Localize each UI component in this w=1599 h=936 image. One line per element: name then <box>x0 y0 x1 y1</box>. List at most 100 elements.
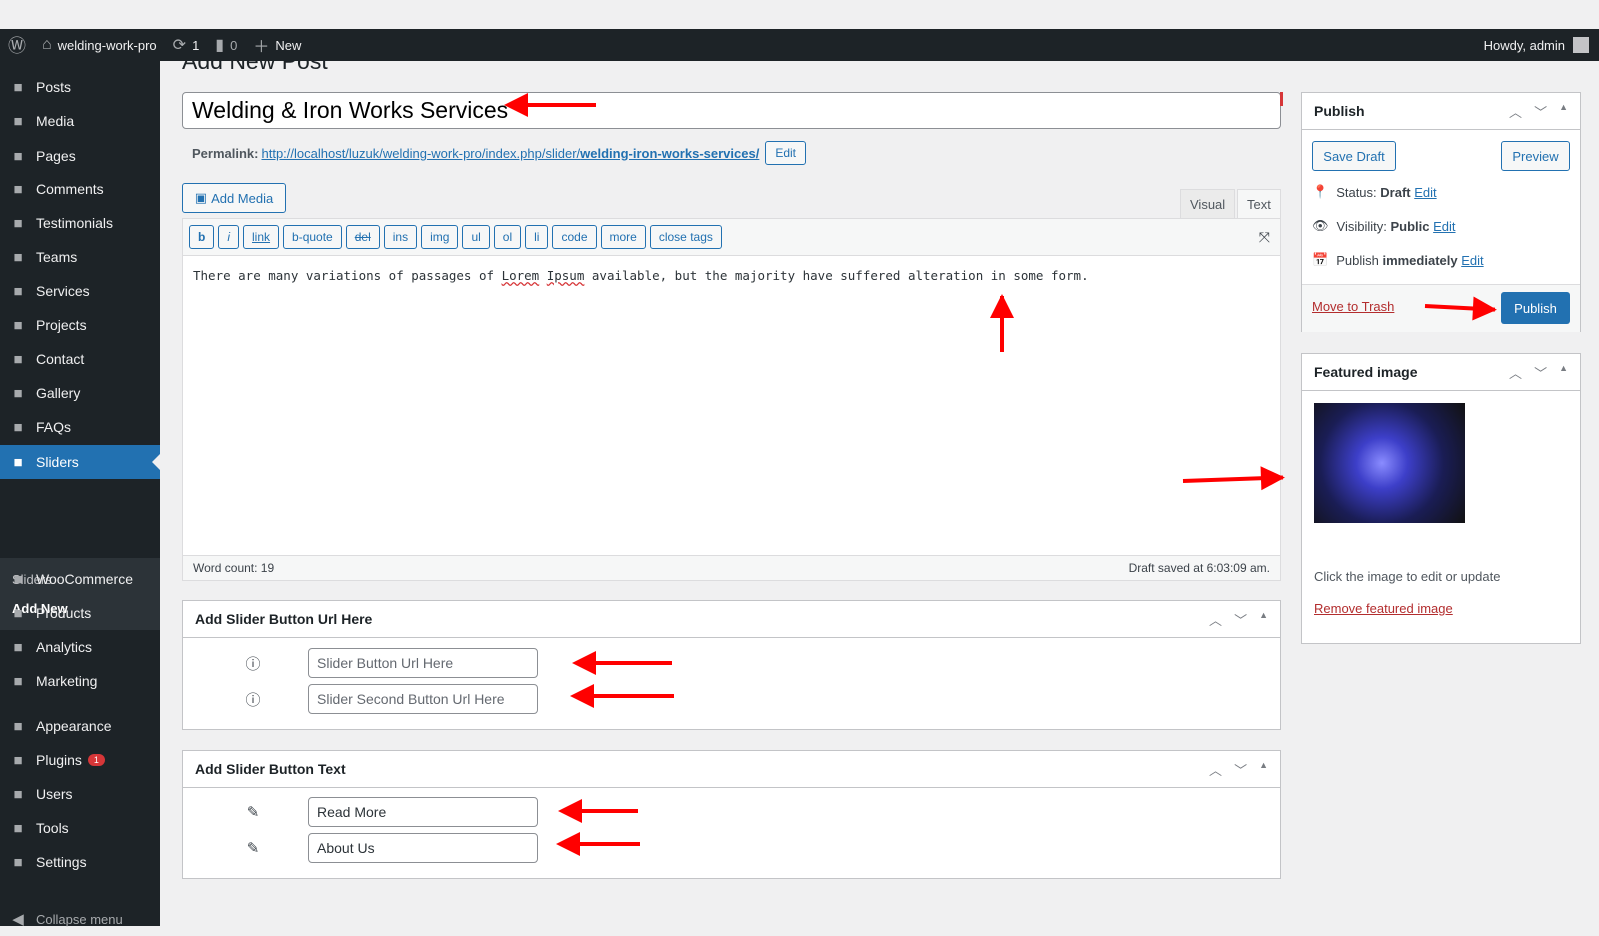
slider-text-metabox: Add Slider Button Text ︿ ﹀ ▲ ✎ ✎ <box>182 750 1281 879</box>
quicktag-del[interactable]: del <box>345 225 380 249</box>
publish-button[interactable]: Publish <box>1501 292 1570 324</box>
updates-link[interactable]: ⟳ 1 <box>165 29 208 61</box>
calendar-icon: 📅 <box>1312 252 1329 267</box>
sidebar-item-comments[interactable]: ■ Comments <box>0 172 160 206</box>
toggle-icon: ▲ <box>1559 101 1568 112</box>
sidebar-item-settings[interactable]: ■ Settings <box>0 845 160 879</box>
comment-icon: ▮ <box>215 37 225 54</box>
remove-featured-image-link[interactable]: Remove featured image <box>1314 601 1453 616</box>
quicktag-b[interactable]: b <box>189 225 215 249</box>
edit-schedule-link[interactable]: Edit <box>1461 253 1483 268</box>
move-down-icon: ﹀ <box>1234 612 1248 628</box>
media-icon: ▣ <box>194 190 208 205</box>
pin-icon: 📍 <box>1312 184 1329 199</box>
comment-icon: ■ <box>13 180 23 198</box>
editor-content[interactable]: There are many variations of passages of… <box>183 256 1280 295</box>
add-media-button[interactable]: ▣ Add Media <box>182 183 286 213</box>
comments-link[interactable]: ▮ 0 <box>207 29 245 61</box>
info-icon: ⓘ <box>245 655 261 673</box>
fullscreen-icon[interactable]: ⤧ <box>1259 229 1270 246</box>
home-icon: ⌂ <box>42 36 52 53</box>
save-draft-button[interactable]: Save Draft <box>1312 141 1396 171</box>
media-icon: ■ <box>13 112 23 130</box>
sidebar-item-marketing[interactable]: ■ Marketing <box>0 664 160 698</box>
sidebar-item-products[interactable]: ■ Products <box>0 596 160 630</box>
sidebar-item-media[interactable]: ■ Media <box>0 104 160 138</box>
featured-image-welder[interactable] <box>1314 403 1465 523</box>
plus-icon: ＋ <box>253 39 270 56</box>
slider-second-button-text-input[interactable] <box>308 833 538 863</box>
sidebar-item-services[interactable]: ■ Services <box>0 274 160 308</box>
new-link[interactable]: ＋ New <box>245 29 309 61</box>
sidebar-item-faqs[interactable]: ■ FAQs <box>0 410 160 444</box>
sidebar-item-users[interactable]: ■ Users <box>0 777 160 811</box>
move-down-icon: ﹀ <box>1234 762 1248 778</box>
quicktag-ins[interactable]: ins <box>383 225 418 249</box>
annotation-arrow <box>556 832 640 856</box>
quicktags-toolbar: b i link b-quote del ins img ul ol li code more clos… <box>183 219 1280 256</box>
sidebar-item-sliders[interactable]: ■ Sliders <box>0 445 160 479</box>
preview-button[interactable]: Preview <box>1501 141 1570 171</box>
quicktag-ol[interactable]: ol <box>493 225 522 249</box>
word-count: Word count: 19 <box>193 561 275 575</box>
quicktag-i[interactable]: i <box>218 225 240 249</box>
slider-button-text-input[interactable] <box>308 797 538 827</box>
sidebar-item-projects[interactable]: ■ Projects <box>0 308 160 342</box>
sidebar-item-plugins[interactable]: ■ Plugins 1 <box>0 743 160 777</box>
sidebar-item-contact[interactable]: ■ Contact <box>0 342 160 376</box>
tab-text[interactable]: Text <box>1237 189 1281 219</box>
quicktag-b-quote[interactable]: b-quote <box>283 225 342 249</box>
quicktag-img[interactable]: img <box>421 225 459 249</box>
quicktag-link[interactable]: link <box>243 225 280 249</box>
sidebar-item-tools[interactable]: ■ Tools <box>0 811 160 845</box>
admin-sidebar: Sliders Add New ◀Collapse menu ■Dashboar… <box>0 61 160 928</box>
metabox-controls[interactable]: ︿ ﹀ ▲ <box>1209 610 1268 629</box>
quicktag-more[interactable]: more <box>600 225 646 249</box>
plugin-icon: ■ <box>13 751 23 769</box>
metabox-controls[interactable]: ︿ ﹀ ▲ <box>1509 102 1568 121</box>
featured-image-box: Featured image ︿ ﹀ ▲ Click the image to edi… <box>1301 353 1581 644</box>
sidebar-item-appearance[interactable]: ■ Appearance <box>0 709 160 743</box>
sidebar-item-gallery[interactable]: ■ Gallery <box>0 376 160 410</box>
move-up-icon: ︿ <box>1509 104 1523 120</box>
metabox-controls[interactable]: ︿ ﹀ ▲ <box>1509 363 1568 382</box>
mail-icon: ■ <box>13 350 23 368</box>
sliders-icon: ■ <box>13 453 23 471</box>
text-editor[interactable]: b i link b-quote del ins img ul ol li code more clos… <box>182 218 1281 581</box>
quicktag-li[interactable]: li <box>525 225 549 249</box>
slider-button-url-input[interactable] <box>308 648 538 678</box>
metabox-title: Add Slider Button Url Here <box>195 611 373 627</box>
edit-status-link[interactable]: Edit <box>1414 185 1436 200</box>
sidebar-item-teams[interactable]: ■ Teams <box>0 240 160 274</box>
sidebar-item-posts[interactable]: ■ Posts <box>0 70 160 104</box>
quicktag-ul[interactable]: ul <box>462 225 490 249</box>
info-icon: ⓘ <box>245 691 261 709</box>
annotation-arrow <box>570 684 674 708</box>
sidebar-item-analytics[interactable]: ■ Analytics <box>0 630 160 664</box>
pages-icon: ■ <box>13 147 23 165</box>
publish-title: Publish <box>1314 103 1365 119</box>
testimonial-icon: ■ <box>13 214 23 232</box>
sidebar-item-testimonials[interactable]: ■ Testimonials <box>0 206 160 240</box>
quicktag-code[interactable]: code <box>552 225 597 249</box>
sidebar-item-woocommerce[interactable]: ■ WooCommerce <box>0 562 160 596</box>
plugins-badge: 1 <box>87 754 105 766</box>
pencil-icon: ✎ <box>246 840 260 857</box>
post-title-input[interactable] <box>182 92 1281 129</box>
account-menu[interactable]: Howdy, admin <box>1484 37 1599 53</box>
slider-second-button-url-input[interactable] <box>308 684 538 714</box>
products-icon: ■ <box>13 604 23 622</box>
editor-status-bar: Word count: 19 Draft saved at 6:03:09 am. <box>183 555 1280 580</box>
edit-visibility-link[interactable]: Edit <box>1433 219 1455 234</box>
collapse-menu[interactable]: ◀ Collapse menu <box>0 902 160 936</box>
move-up-icon: ︿ <box>1209 612 1223 628</box>
tab-visual[interactable]: Visual <box>1180 189 1236 219</box>
slider-url-metabox: Add Slider Button Url Here ︿ ﹀ ▲ ⓘ ⓘ <box>182 600 1281 730</box>
permalink-edit-button[interactable]: Edit <box>765 141 807 165</box>
metabox-controls[interactable]: ︿ ﹀ ▲ <box>1209 760 1268 779</box>
sidebar-item-pages[interactable]: ■ Pages <box>0 139 160 173</box>
move-down-icon: ﹀ <box>1534 365 1548 381</box>
move-to-trash-link[interactable]: Move to Trash <box>1312 299 1394 314</box>
quicktag-close-tags[interactable]: close tags <box>649 225 722 249</box>
permalink-url[interactable]: http://localhost/luzuk/welding-work-pro/… <box>261 146 759 161</box>
